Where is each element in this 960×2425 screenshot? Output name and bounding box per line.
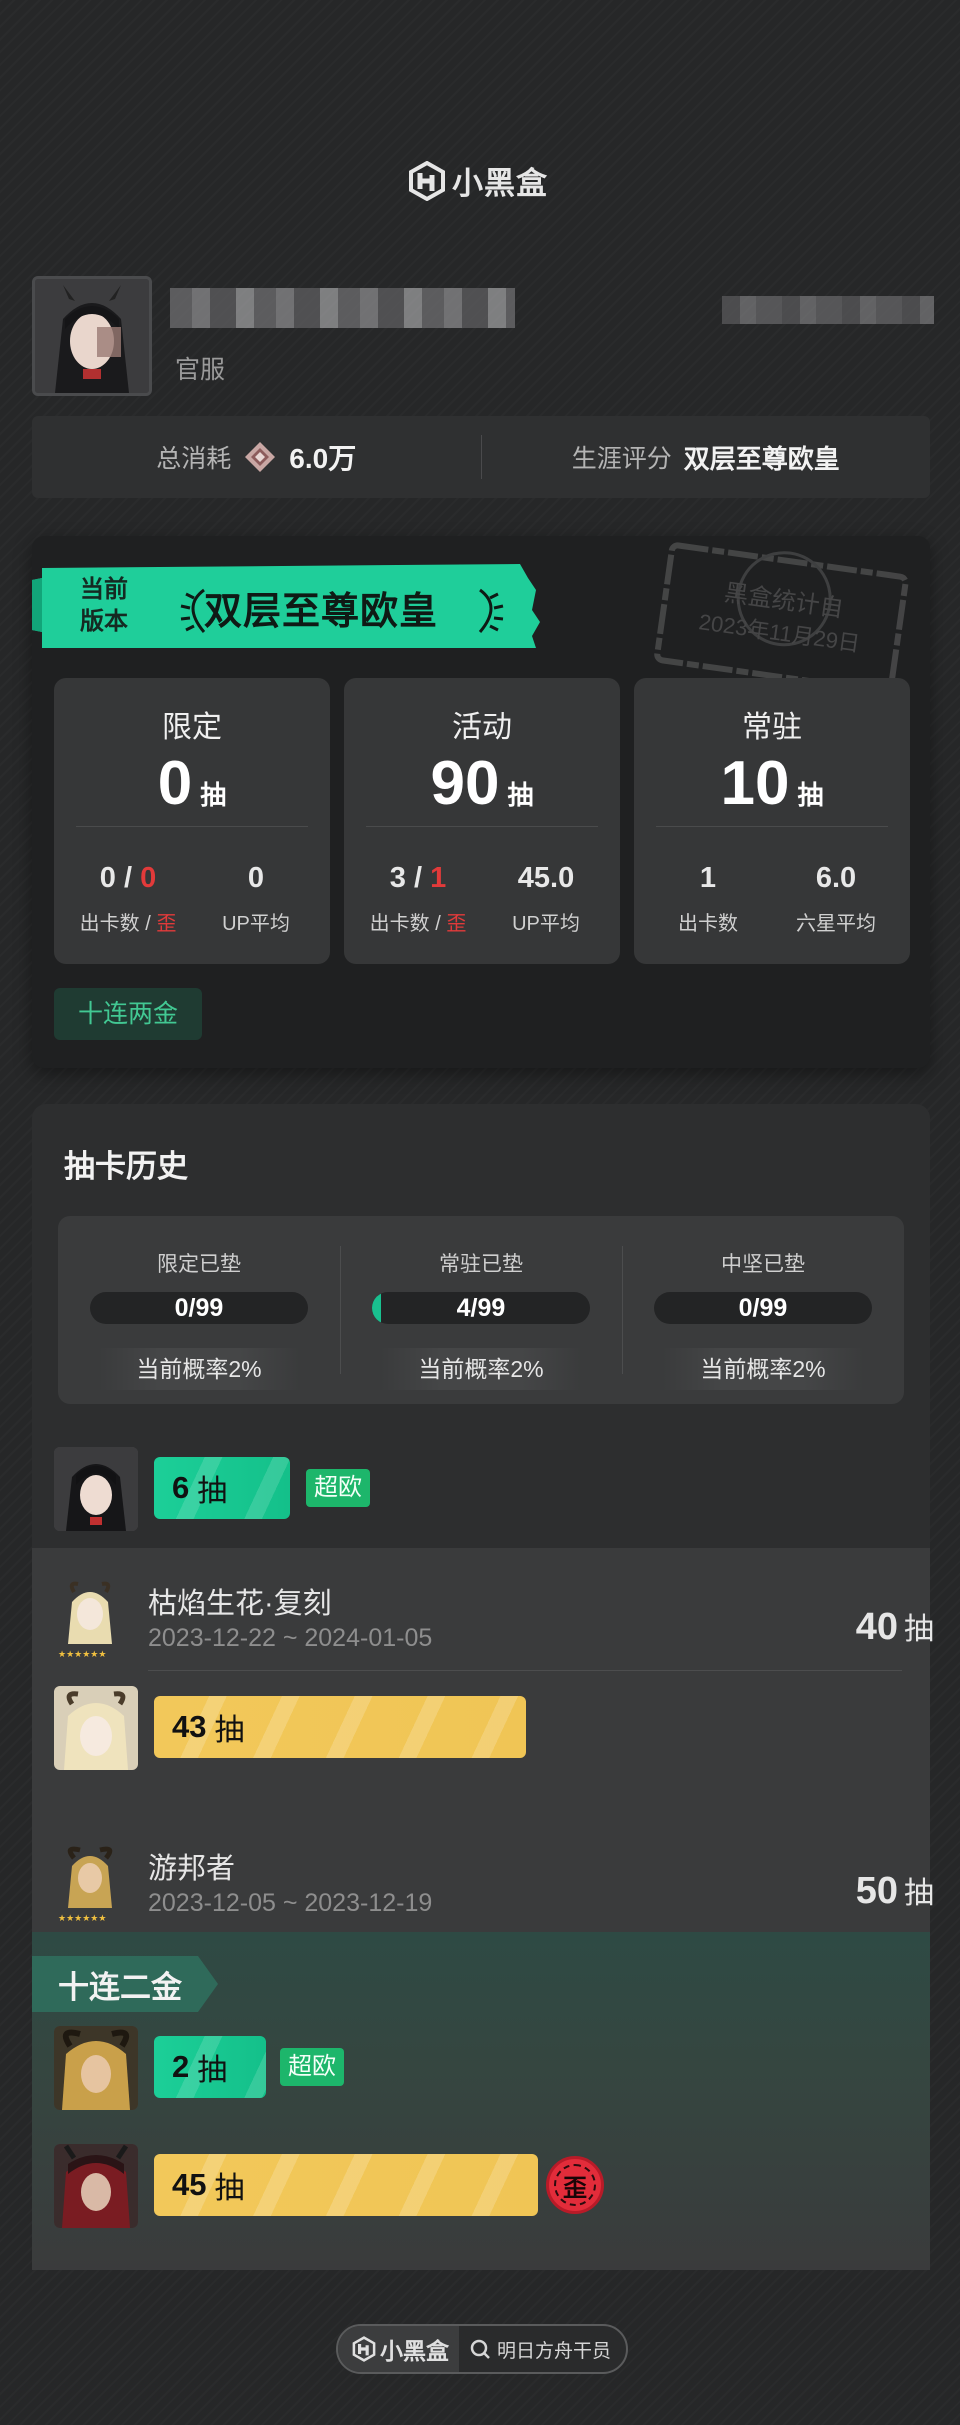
heybox-logo-icon — [352, 2336, 376, 2362]
operator-avatar[interactable] — [54, 2144, 138, 2228]
limited-stat-card: 限定 0抽 0 / 0 出卡数 / 歪 0 UP平均 — [54, 678, 330, 964]
pull-count-pill: 6抽 — [154, 1457, 290, 1519]
stat-divider — [76, 826, 308, 827]
stat-avg-col: 6.0 六星平均 — [796, 862, 876, 935]
banner-operator-icon: ★★★★★★ — [58, 1842, 122, 1923]
banner-total: 50 抽 — [855, 1870, 934, 1912]
stat-pulls: 10 抽 — [720, 749, 824, 818]
pity-core: 中坚已垫 0/99 当前概率2% — [622, 1216, 904, 1404]
stat-pulls: 90 抽 — [430, 749, 534, 818]
stat-divider — [366, 826, 598, 827]
banner-total: 40 抽 — [855, 1606, 934, 1648]
rating-value: 双层至尊欧皇 — [683, 443, 840, 474]
pity-bar: 0/99 — [90, 1292, 308, 1324]
lucky-badge: 超欧 — [280, 2048, 344, 2086]
footer-search[interactable]: 明日方舟干员 — [459, 2336, 611, 2363]
banner-date: 2023-12-22 ~ 2024-01-05 — [148, 1624, 433, 1652]
standard-stat-card: 常驻 10 抽 1 出卡数 6.0 六星平均 — [634, 678, 910, 964]
stat-title: 活动 — [452, 711, 512, 744]
lucky-badge: 超欧 — [306, 1469, 370, 1507]
spend-value: 6.0万 — [289, 443, 357, 474]
banner-name: 枯焰生花·复刻 — [148, 1588, 332, 1620]
stat-count-col: 1 出卡数 — [678, 862, 738, 935]
rarity-stars: ★★★★★★ — [58, 1649, 107, 1659]
rarity-stars: ★★★★★★ — [58, 1913, 107, 1923]
career-rating: 生涯评分 双层至尊欧皇 — [482, 439, 931, 476]
originite-icon — [245, 442, 276, 472]
stat-pulls: 0抽 — [157, 749, 227, 818]
pity-bar: 4/99 — [372, 1292, 590, 1324]
footer-logo: 小黑盒 — [338, 2326, 459, 2372]
stat-avg-col: 0 UP平均 — [222, 862, 290, 935]
version-title: 双层至尊欧皇 — [204, 591, 439, 633]
pity-limited: 限定已垫 0/99 当前概率2% — [58, 1216, 340, 1404]
pity-standard: 常驻已垫 4/99 当前概率2% — [340, 1216, 622, 1404]
user-avatar[interactable] — [32, 276, 152, 396]
pull-count-pill: 2抽 — [154, 2036, 266, 2098]
off-banner-badge: 歪 — [546, 2156, 604, 2214]
summary-bar: 总消耗 6.0万 生涯评分 双层至尊欧皇 — [32, 416, 930, 498]
row-divider — [148, 1670, 902, 1671]
logo-text: 小黑盒 — [452, 166, 548, 201]
search-icon — [470, 2339, 490, 2359]
off-banner-label: 歪 — [554, 2164, 596, 2206]
spend-label: 总消耗 — [156, 445, 232, 473]
stat-divider — [656, 826, 888, 827]
pull-count-pill: 45 抽 — [154, 2154, 538, 2216]
app-logo: 小黑盒 — [408, 158, 548, 203]
pity-bar: 0/99 — [654, 1292, 872, 1324]
operator-avatar[interactable] — [54, 1447, 138, 1531]
rating-label: 生涯评分 — [571, 445, 672, 473]
pity-counters: 限定已垫 0/99 当前概率2% 常驻已垫 4/99 当前概率2% 中坚已垫 0… — [58, 1216, 904, 1404]
stat-count-col: 0 / 0 出卡数 / 歪 — [79, 862, 177, 935]
footer-search-pill[interactable]: 小黑盒 明日方舟干员 — [336, 2324, 628, 2374]
server-label: 官服 — [175, 356, 226, 384]
heybox-logo-icon — [409, 160, 445, 201]
stats-date-stamp: 黑盒统计自 2023年11月29日 — [654, 542, 909, 694]
history-title: 抽卡历史 — [64, 1149, 188, 1184]
total-spend: 总消耗 6.0万 — [32, 437, 481, 477]
stat-avg-col: 45.0 UP平均 — [512, 862, 580, 935]
stat-title: 常驻 — [742, 711, 802, 744]
operator-avatar[interactable] — [54, 2026, 138, 2110]
stat-count-col: 3 / 1 出卡数 / 歪 — [369, 862, 467, 935]
operator-avatar[interactable] — [54, 1686, 138, 1770]
banner-operator-icon: ★★★★★★ — [58, 1578, 122, 1659]
version-label: 当前 版本 — [80, 576, 128, 635]
banner-name: 游邦者 — [148, 1853, 236, 1885]
banner-date: 2023-12-05 ~ 2023-12-19 — [148, 1889, 433, 1917]
event-stat-card: 活动 90 抽 3 / 1 出卡数 / 歪 45.0 UP平均 — [344, 678, 620, 964]
double-gold-label: 十连二金 — [58, 1970, 182, 2005]
stat-title: 限定 — [162, 711, 222, 744]
user-id-blurred — [722, 296, 934, 324]
avatar-portrait — [35, 279, 149, 393]
pull-count-pill: 43 抽 — [154, 1696, 526, 1758]
achievement-tag: 十连两金 — [54, 988, 202, 1040]
username-blurred — [170, 288, 515, 328]
footer-search-text: 明日方舟干员 — [497, 2340, 612, 2362]
